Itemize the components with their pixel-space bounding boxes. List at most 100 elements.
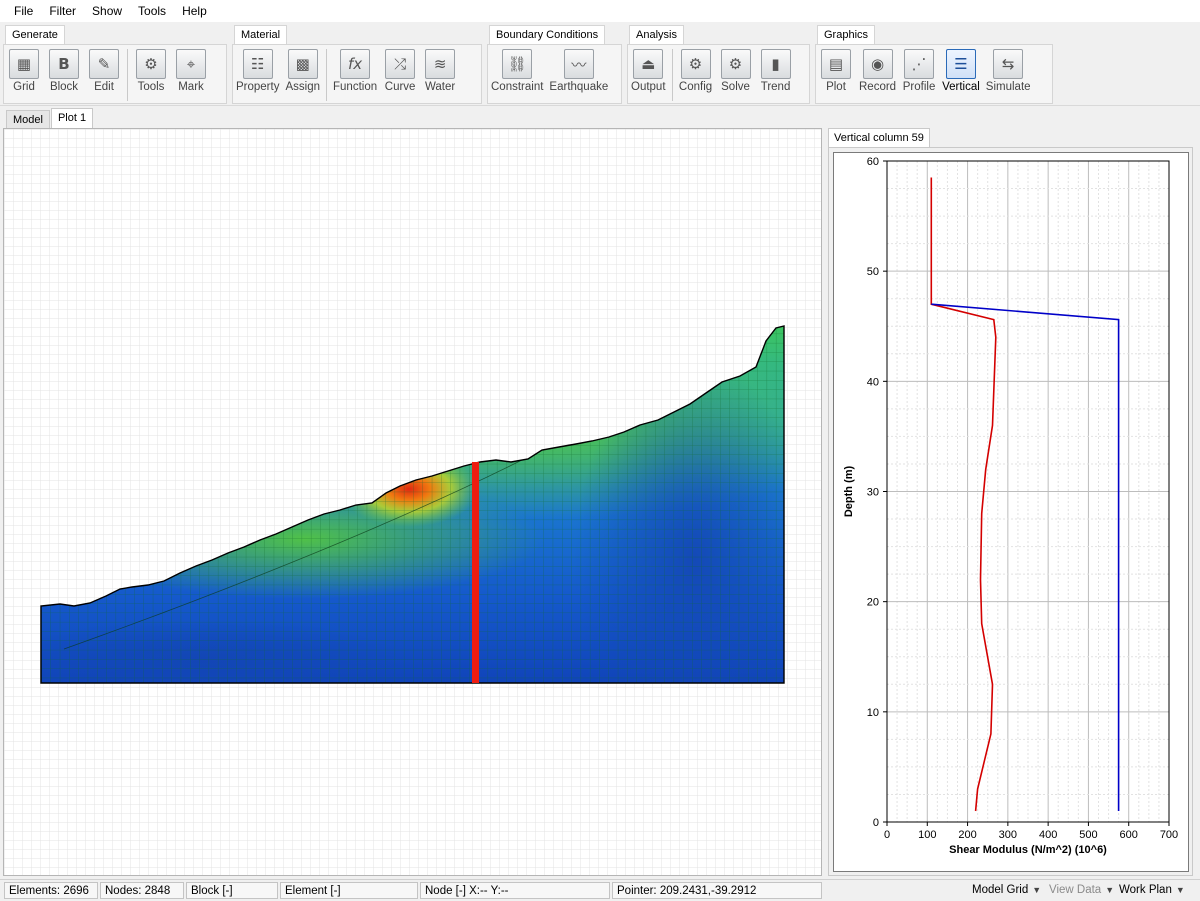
y-axis-title: Depth (m) [843, 466, 855, 518]
record-button[interactable]: ◉ Record [856, 49, 899, 93]
menu-help[interactable]: Help [174, 0, 215, 22]
separator [671, 49, 673, 101]
function-icon: fx [340, 49, 371, 79]
y-tick-label: 0 [873, 817, 879, 829]
x-tick-label: 400 [1039, 829, 1057, 841]
x-tick-label: 700 [1160, 829, 1178, 841]
y-tick-label: 20 [867, 597, 879, 609]
x-tick-label: 0 [884, 829, 890, 841]
x-tick-label: 200 [958, 829, 976, 841]
trend-icon: ▮ [760, 49, 791, 79]
block-icon: B [49, 49, 79, 79]
curve-button[interactable]: ⤮ Curve [380, 49, 420, 93]
constraint-button[interactable]: ⛓ Constraint [488, 49, 546, 93]
solve-button[interactable]: ⚙ Solve [716, 49, 756, 93]
plot-icon: ▤ [821, 49, 851, 79]
chevron-down-icon: ▼ [1175, 885, 1185, 895]
ribbon: Generate ▦ Grid B Block ✎ Edit ⚙ Tools ⌖ Mark… [0, 22, 1200, 106]
group-label-analysis: Analysis [629, 25, 684, 44]
model-grid-dropdown[interactable]: Model Grid ▼ [972, 882, 1041, 899]
chevron-down-icon: ▼ [1105, 885, 1115, 895]
grid-icon: ▦ [9, 49, 39, 79]
status-block: Block [-] [186, 882, 278, 899]
x-tick-label: 600 [1120, 829, 1138, 841]
series-line-2 [931, 303, 1120, 811]
selected-vertical-column[interactable] [472, 462, 479, 683]
y-tick-label: 10 [867, 707, 879, 719]
water-button[interactable]: ≋ Water [420, 49, 460, 93]
x-tick-label: 500 [1079, 829, 1097, 841]
series-line-1 [930, 177, 997, 812]
group-generate: Generate ▦ Grid B Block ✎ Edit ⚙ Tools ⌖ Mark [3, 25, 227, 104]
output-icon: ⏏ [633, 49, 664, 79]
group-label-boundary: Boundary Conditions [489, 25, 606, 44]
vertical-icon: ☰ [945, 49, 976, 79]
x-axis-title: Shear Modulus (N/m^2) (10^6) [949, 844, 1107, 856]
status-bar: Elements: 2696 Nodes: 2848 Block [-] Ele… [0, 879, 1200, 901]
config-button[interactable]: ⚙ Config [676, 49, 716, 93]
x-tick-label: 300 [999, 829, 1017, 841]
status-nodes: Nodes: 2848 [100, 882, 184, 899]
function-button[interactable]: fx Function [330, 49, 380, 93]
assign-icon: ▩ [287, 49, 318, 79]
group-label-material: Material [234, 25, 288, 44]
menu-file[interactable]: File [6, 0, 41, 22]
simulate-button[interactable]: ⇆ Simulate [983, 49, 1034, 93]
earthquake-button[interactable]: 〰 Earthquake [546, 49, 611, 93]
simulate-icon: ⇆ [993, 49, 1024, 79]
menu-filter[interactable]: Filter [41, 0, 84, 22]
output-button[interactable]: ⏏ Output [628, 49, 669, 93]
y-tick-label: 30 [867, 487, 879, 499]
chart-ticks: 0 100 200 300 400 500 600 700 0 10 20 30 40 50 60 [867, 156, 1178, 841]
view-data-dropdown[interactable]: View Data ▼ [1049, 882, 1114, 899]
config-icon: ⚙ [680, 49, 711, 79]
group-label-generate: Generate [5, 25, 65, 44]
trend-button[interactable]: ▮ Trend [756, 49, 796, 93]
status-pointer: Pointer: 209.2431,-39.2912 [612, 882, 822, 899]
tab-model[interactable]: Model [6, 110, 50, 129]
vertical-column-panel: 0 100 200 300 400 500 600 700 0 10 20 30 40 50 60 Shea… [828, 147, 1193, 876]
profile-icon: ⋰ [904, 49, 935, 79]
property-icon: ☷ [242, 49, 273, 79]
tools-button[interactable]: ⚙ Tools [131, 49, 171, 93]
record-icon: ◉ [862, 49, 893, 79]
mark-button[interactable]: ⌖ Mark [171, 49, 211, 93]
document-tabs: Model Plot 1 [6, 108, 94, 129]
depth-profile-chart: 0 100 200 300 400 500 600 700 0 10 20 30 40 50 60 Shea… [833, 152, 1189, 872]
model-plot[interactable] [4, 129, 822, 876]
status-element: Element [-] [280, 882, 418, 899]
y-tick-label: 60 [867, 156, 879, 168]
constraint-icon: ⛓ [502, 49, 533, 79]
chart-grid [886, 160, 1170, 823]
plot-canvas[interactable] [3, 128, 822, 876]
tab-plot-1[interactable]: Plot 1 [50, 108, 94, 129]
group-label-graphics: Graphics [817, 25, 876, 44]
chart-svg: 0 100 200 300 400 500 600 700 0 10 20 30 40 50 60 Shea… [843, 156, 1178, 856]
earthquake-icon: 〰 [563, 49, 594, 79]
block-button[interactable]: B Block [44, 49, 84, 93]
vertical-column-tab[interactable]: Vertical column 59 [828, 128, 930, 148]
chart-series [930, 177, 1120, 812]
group-material: Material ☷ Property ▩ Assign fx Function ⤮ C… [232, 25, 482, 104]
group-analysis: Analysis ⏏ Output ⚙ Config ⚙ Solve ▮ Trend [627, 25, 810, 104]
status-node: Node [-] X:-- Y:-- [420, 882, 610, 899]
vertical-button[interactable]: ☰ Vertical [939, 49, 983, 93]
y-tick-label: 40 [867, 376, 879, 388]
profile-button[interactable]: ⋰ Profile [899, 49, 939, 93]
group-boundary-conditions: Boundary Conditions ⛓ Constraint 〰 Earthqu… [487, 25, 622, 104]
grid-button[interactable]: ▦ Grid [4, 49, 44, 93]
menu-bar: File Filter Show Tools Help [0, 0, 1200, 22]
water-icon: ≋ [425, 49, 456, 79]
crosshair-icon: ⌖ [176, 49, 206, 79]
plot-button[interactable]: ▤ Plot [816, 49, 856, 93]
gear-icon: ⚙ [136, 49, 166, 79]
menu-tools[interactable]: Tools [130, 0, 174, 22]
separator [326, 49, 327, 101]
work-plan-dropdown[interactable]: Work Plan ▼ [1119, 882, 1185, 899]
separator [127, 49, 128, 101]
edit-button[interactable]: ✎ Edit [84, 49, 124, 93]
menu-show[interactable]: Show [84, 0, 130, 22]
assign-button[interactable]: ▩ Assign [282, 49, 323, 93]
property-button[interactable]: ☷ Property [233, 49, 282, 93]
edit-icon: ✎ [89, 49, 119, 79]
